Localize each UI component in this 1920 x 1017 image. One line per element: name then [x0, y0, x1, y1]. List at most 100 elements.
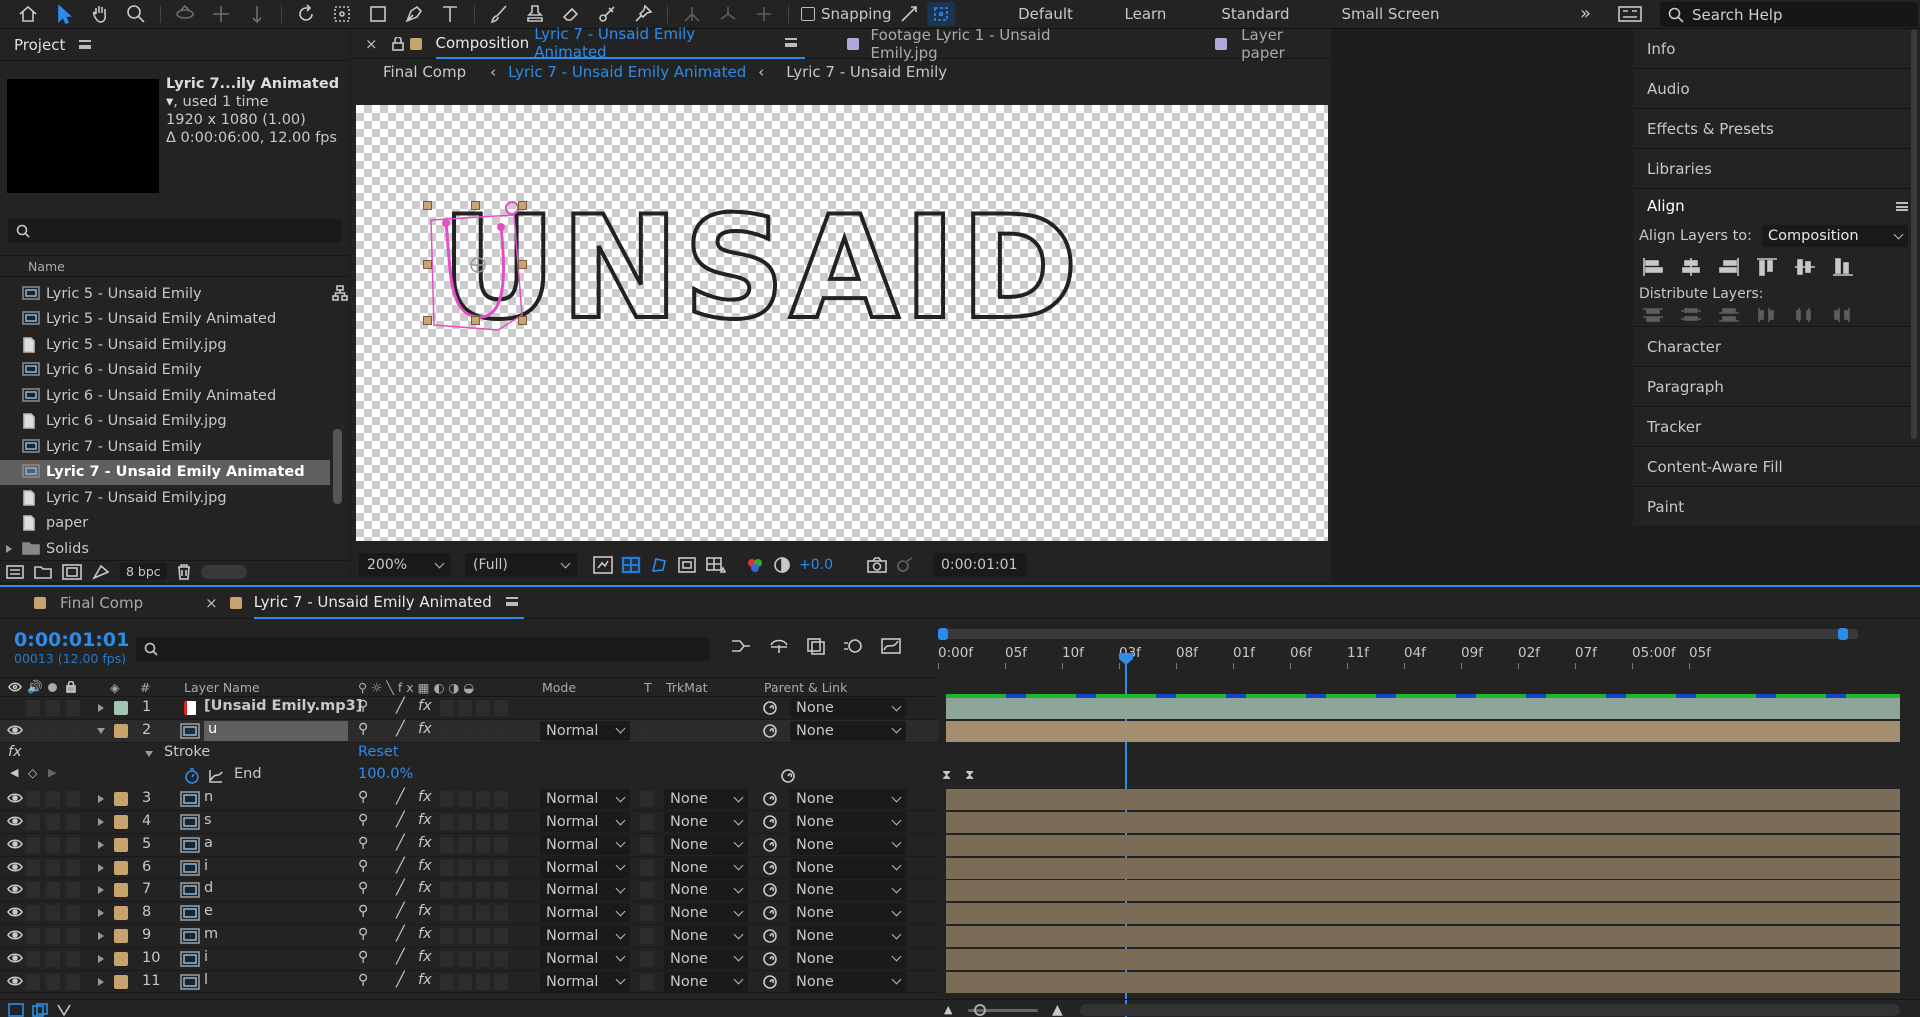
graph-icon[interactable] [208, 768, 224, 784]
effects-switch-icon[interactable]: fx [418, 972, 432, 988]
effects-switch-icon[interactable]: fx [418, 721, 432, 737]
effects-switch-icon[interactable]: fx [418, 698, 432, 714]
switch-box[interactable] [66, 882, 80, 899]
layer-row[interactable]: 3 n ⚲ ╱ fx Normal None None [0, 788, 938, 811]
shy-switch-icon[interactable]: ⚲ [358, 949, 368, 965]
layer-row[interactable]: 5 a ⚲ ╱ fx Normal None None [0, 833, 938, 857]
motion-blur-icon[interactable] [842, 637, 864, 655]
workspace-learn[interactable]: Learn [1095, 5, 1195, 23]
transparency-grid-icon[interactable] [621, 556, 641, 574]
pick-whip-icon[interactable] [762, 905, 778, 921]
effect-stroke-row[interactable]: fx Stroke Reset [0, 743, 938, 766]
visibility-eye-icon[interactable] [7, 861, 23, 873]
project-col-name[interactable]: Name [28, 259, 65, 274]
project-item[interactable]: paper [0, 511, 330, 537]
switch-box[interactable] [46, 859, 60, 876]
quality-switch-icon[interactable]: ╱ [396, 698, 405, 714]
switch-box[interactable] [494, 950, 508, 967]
workspace-small-screen[interactable]: Small Screen [1315, 5, 1465, 23]
switch-box[interactable] [66, 722, 80, 739]
track-matte-dropdown[interactable]: None [664, 926, 748, 946]
comp-viewer-canvas[interactable]: UNSAID [356, 105, 1328, 541]
switch-box[interactable] [476, 973, 490, 990]
work-area-bar[interactable] [938, 628, 1858, 640]
close-tab-icon[interactable]: × [205, 594, 218, 612]
switch-box[interactable] [494, 814, 508, 830]
timeline-tab-final-comp[interactable]: Final Comp [60, 594, 143, 612]
search-help-box[interactable]: Search Help [1660, 2, 1918, 27]
parent-dropdown[interactable]: None [790, 834, 906, 855]
parent-dropdown[interactable]: None [790, 948, 906, 969]
switch-box[interactable] [458, 950, 472, 967]
blend-mode-dropdown[interactable]: Normal [540, 834, 630, 855]
layer-name[interactable]: l [204, 972, 208, 992]
breadcrumb-nested[interactable]: Lyric 7 - Unsaid Emily [786, 63, 947, 81]
quality-switch-icon[interactable]: ╱ [396, 903, 405, 919]
blend-mode-dropdown[interactable]: Normal [540, 880, 630, 901]
switch-box[interactable] [640, 905, 654, 922]
next-keyframe-icon[interactable]: ▶ [48, 766, 56, 779]
switch-box[interactable] [458, 814, 472, 830]
interpret-footage-icon[interactable] [6, 564, 24, 579]
more-workspaces-icon[interactable]: » [1580, 3, 1591, 24]
layer-duration-bar[interactable] [946, 789, 1900, 811]
layer-row[interactable]: 7 d ⚲ ╱ fx Normal None None [0, 879, 938, 903]
align-top-icon[interactable] [1755, 257, 1779, 277]
pick-whip-icon[interactable] [762, 928, 778, 944]
project-panel-menu-icon[interactable] [79, 40, 92, 49]
layer-duration-bar[interactable] [946, 720, 1900, 742]
layer-duration-bar[interactable] [946, 834, 1900, 856]
viewer-timecode[interactable]: 0:00:01:01 [933, 553, 1027, 577]
switch-box[interactable] [640, 950, 654, 967]
switch-box[interactable] [458, 791, 472, 808]
layer-name[interactable]: e [204, 903, 213, 923]
timeline-tab-active[interactable]: Lyric 7 - Unsaid Emily Animated [253, 587, 524, 619]
switch-box[interactable] [640, 973, 654, 990]
switch-box[interactable] [494, 973, 508, 990]
layer-label-swatch[interactable] [114, 951, 128, 966]
shy-switch-icon[interactable]: ⚲ [358, 880, 368, 896]
project-item[interactable]: Lyric 6 - Unsaid Emily [0, 358, 330, 384]
effects-switch-icon[interactable]: fx [418, 903, 432, 919]
chevron-down-icon[interactable] [145, 750, 153, 757]
pick-whip-icon[interactable] [762, 814, 778, 830]
project-flowchart-icon[interactable] [332, 285, 348, 301]
keyframe-markers[interactable]: ⧗ ⧗ [942, 768, 974, 783]
frame-blending-icon[interactable] [806, 637, 826, 655]
switch-box[interactable] [494, 722, 508, 739]
distribute-right-icon[interactable] [1831, 306, 1855, 324]
layer-row[interactable]: 4 s ⚲ ╱ fx Normal None None [0, 811, 938, 834]
new-folder-icon[interactable] [34, 565, 52, 579]
switch-box[interactable] [440, 700, 454, 716]
shy-switch-icon[interactable]: ⚲ [358, 926, 368, 942]
switch-box[interactable] [494, 928, 508, 944]
comp-panel-menu-icon[interactable] [784, 38, 797, 47]
selection-tool-icon[interactable] [46, 0, 82, 29]
layer-duration-bar[interactable] [946, 971, 1900, 993]
chevron-right-icon[interactable] [6, 544, 12, 553]
shy-switch-icon[interactable]: ⚲ [358, 721, 368, 737]
switch-box[interactable] [458, 836, 472, 853]
quality-switch-icon[interactable]: ╱ [396, 721, 405, 737]
effects-switch-icon[interactable]: fx [418, 835, 432, 851]
project-item[interactable]: Lyric 5 - Unsaid Emily.jpg [0, 332, 330, 358]
effects-switch-icon[interactable]: fx [418, 880, 432, 896]
switch-box[interactable] [26, 791, 40, 808]
switch-box[interactable] [26, 722, 40, 739]
parent-dropdown[interactable]: None [790, 789, 906, 810]
pick-whip-icon[interactable] [762, 791, 778, 807]
home-icon[interactable] [10, 0, 46, 29]
quality-switch-icon[interactable]: ╱ [396, 835, 405, 851]
render-time-icon[interactable] [56, 1003, 72, 1017]
chevron-right-icon[interactable] [98, 818, 104, 826]
distribute-left-icon[interactable] [1755, 306, 1779, 324]
switch-box[interactable] [476, 928, 490, 944]
layer-duration-bar[interactable] [946, 694, 1900, 719]
layer-name[interactable]: m [204, 926, 218, 946]
layer-name[interactable]: d [204, 880, 213, 900]
effects-switch-icon[interactable]: fx [418, 789, 432, 805]
switch-box[interactable] [494, 791, 508, 808]
zoom-dropdown[interactable]: 200% [359, 553, 451, 577]
zoom-tool-icon[interactable] [118, 0, 154, 29]
track-matte-dropdown[interactable]: None [664, 834, 748, 855]
